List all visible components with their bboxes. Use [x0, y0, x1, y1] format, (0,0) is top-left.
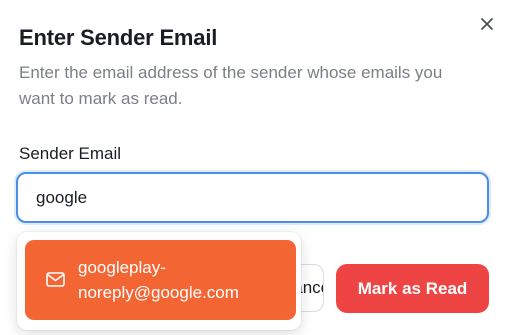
mail-icon [46, 272, 65, 287]
dialog-description: Enter the email address of the sender wh… [19, 63, 443, 108]
mark-as-read-dialog: Enter Sender Email Enter the email addre… [0, 0, 510, 335]
dialog-title: Enter Sender Email [19, 25, 218, 50]
suggestion-item[interactable]: googleplay-noreply@google.com [25, 240, 296, 320]
close-icon[interactable] [476, 13, 498, 35]
email-suggestions-dropdown: googleplay-noreply@google.com [17, 232, 301, 330]
suggestion-email-text: googleplay-noreply@google.com [78, 258, 239, 302]
sender-email-label: Sender Email [19, 144, 122, 163]
mark-as-read-button[interactable]: Mark as Read [336, 264, 489, 313]
sender-email-input[interactable] [16, 172, 489, 223]
